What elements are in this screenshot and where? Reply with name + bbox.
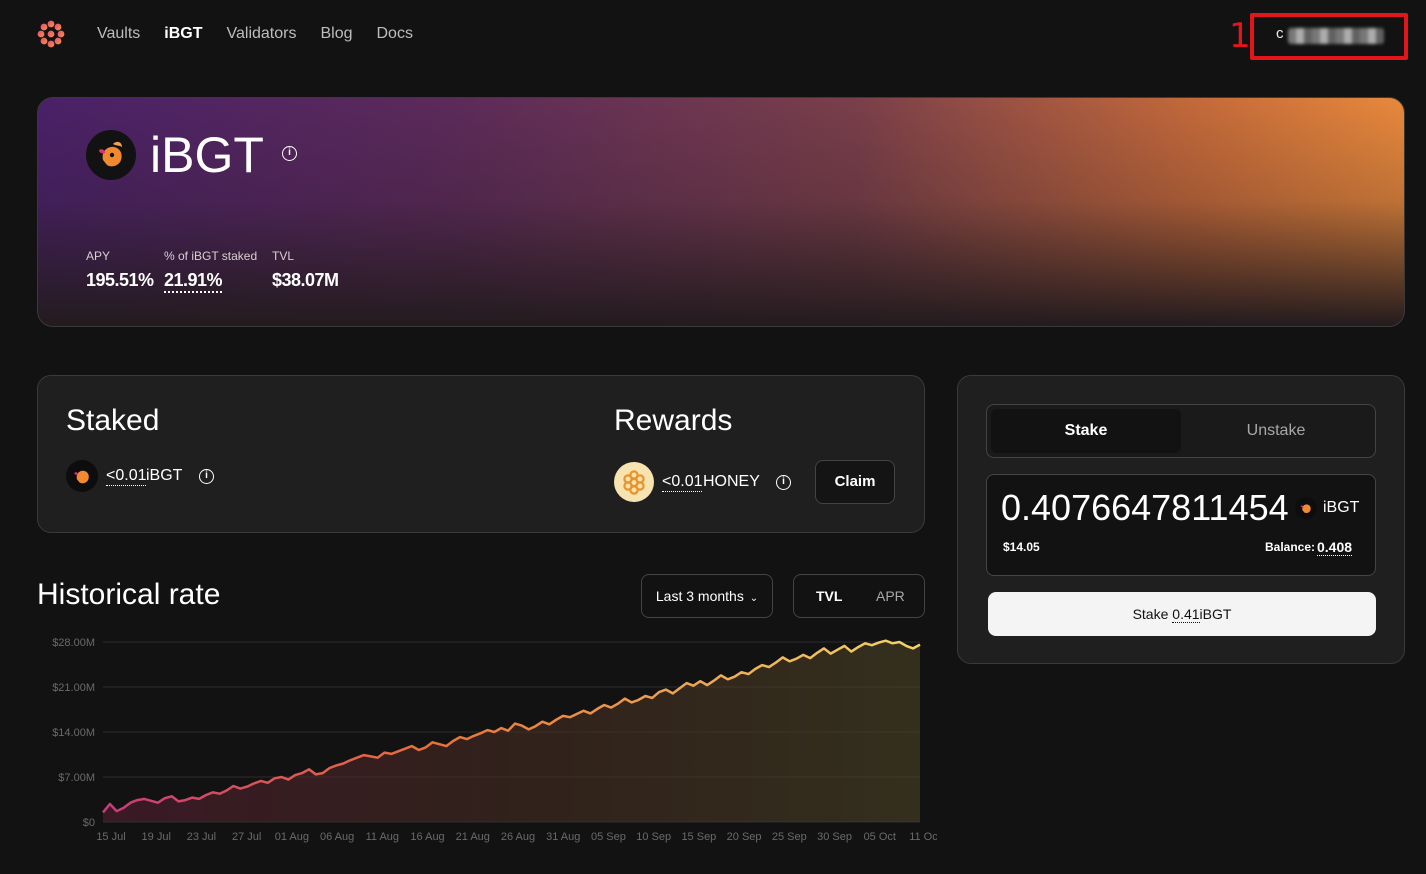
annotation-label-1: 1 <box>1229 16 1251 56</box>
balance-label: Balance: <box>1265 540 1316 554</box>
chart-area-fill <box>103 640 920 822</box>
staked-title: Staked <box>66 404 160 437</box>
honey-token-icon <box>614 462 654 502</box>
chart-x-tick-label: 10 Sep <box>636 831 671 843</box>
chart-x-tick-label: 11 Oct <box>909 831 937 843</box>
chart-x-tick-label: 19 Jul <box>142 831 171 843</box>
vault-hero-card: iBGT i APY 195.51% % of iBGT staked 21.9… <box>37 97 1405 327</box>
rewards-title: Rewards <box>614 404 733 437</box>
chevron-down-icon: ⌄ <box>749 593 759 604</box>
ibgt-token-icon <box>1295 497 1317 519</box>
chart-x-tick-label: 26 Aug <box>501 831 535 843</box>
historical-tvl-chart: $0 $7.00M $14.00M $21.00M $28.00M 15 Jul 19 Ju… <box>52 637 937 843</box>
stake-button-amount: 0.41 <box>1172 606 1200 623</box>
balance-value[interactable]: 0.408 <box>1317 539 1353 556</box>
stat-label-tvl: TVL <box>272 249 295 263</box>
top-nav: Vaults iBGT Validators Blog Docs c <box>0 0 1426 70</box>
chart-x-tick-label: 05 Sep <box>591 831 626 843</box>
metric-tab-apr[interactable]: APR <box>876 588 905 604</box>
info-icon[interactable]: i <box>199 469 214 484</box>
chart-x-tick-label: 21 Aug <box>456 831 490 843</box>
nav-link-vaults[interactable]: Vaults <box>97 25 140 43</box>
historical-rate-title: Historical rate <box>37 578 221 611</box>
brand-logo-icon[interactable] <box>36 19 66 49</box>
claim-button[interactable]: Claim <box>815 460 895 504</box>
range-dropdown[interactable]: Last 3 months ⌄ <box>641 574 773 618</box>
stat-value-staked-pct[interactable]: 21.91% <box>164 270 223 293</box>
chart-x-tick-label: 20 Sep <box>727 831 762 843</box>
annotation-box-1 <box>1250 13 1408 60</box>
chart-x-tick-label: 23 Jul <box>187 831 216 843</box>
stat-value-tvl: $38.07M <box>272 270 339 290</box>
rewards-token: HONEY <box>703 473 760 490</box>
stake-amount-input[interactable] <box>1001 487 1291 529</box>
metric-toggle: TVL APR <box>793 574 925 618</box>
stake-amount-box: iBGT $14.05 Balance: 0.408 <box>986 474 1376 576</box>
chart-x-tick-label: 11 Aug <box>366 831 399 843</box>
nav-link-ibgt[interactable]: iBGT <box>164 25 202 43</box>
ibgt-token-icon <box>86 130 136 180</box>
nav-link-docs[interactable]: Docs <box>377 25 413 43</box>
position-card <box>37 375 925 533</box>
nav-link-blog[interactable]: Blog <box>320 25 352 43</box>
chart-x-tick-label: 31 Aug <box>546 831 580 843</box>
chart-y-tick-label: $28.00M <box>52 637 95 649</box>
nav-link-validators[interactable]: Validators <box>227 25 297 43</box>
nav-links: Vaults iBGT Validators Blog Docs <box>97 25 413 43</box>
stake-usd-value: $14.05 <box>1003 540 1040 554</box>
stat-value-apy: 195.51% <box>86 270 154 290</box>
chart-y-tick-label: $14.00M <box>52 727 95 739</box>
stake-button-token: iBGT <box>1199 606 1232 622</box>
chart-x-tick-label: 27 Jul <box>232 831 261 843</box>
stat-label-staked-pct: % of iBGT staked <box>164 249 258 263</box>
info-icon[interactable]: i <box>776 475 791 490</box>
staked-amount[interactable]: <0.01 <box>106 467 147 486</box>
info-icon[interactable]: i <box>282 146 297 161</box>
chart-x-tick-label: 16 Aug <box>410 831 444 843</box>
rewards-amount[interactable]: <0.01 <box>662 473 703 492</box>
chart-x-tick-label: 05 Oct <box>864 831 896 843</box>
chart-x-tick-label: 25 Sep <box>772 831 807 843</box>
chart-y-tick-label: $7.00M <box>58 772 95 784</box>
chart-y-tick-label: $0 <box>83 817 95 829</box>
tab-stake[interactable]: Stake <box>991 409 1181 453</box>
chart-x-tick-label: 06 Aug <box>320 831 354 843</box>
staked-token: iBGT <box>146 467 183 484</box>
stake-token-label: iBGT <box>1323 499 1360 516</box>
tab-unstake[interactable]: Unstake <box>1181 409 1371 453</box>
range-dropdown-label: Last 3 months <box>655 588 744 604</box>
stat-label-apy: APY <box>86 249 111 263</box>
stake-unstake-tabs: Stake Unstake <box>986 404 1376 458</box>
chart-y-tick-label: $21.00M <box>52 682 95 694</box>
chart-x-tick-label: 15 Jul <box>96 831 125 843</box>
chart-x-tick-label: 01 Aug <box>275 831 309 843</box>
chart-x-tick-label: 30 Sep <box>817 831 852 843</box>
ibgt-token-icon <box>66 460 98 492</box>
chart-x-tick-label: 15 Sep <box>681 831 716 843</box>
metric-tab-tvl[interactable]: TVL <box>816 588 842 604</box>
stake-button-prefix: Stake <box>1132 606 1169 622</box>
vault-title: iBGT <box>150 127 264 183</box>
stake-submit-button[interactable]: Stake 0.41iBGT <box>988 592 1376 636</box>
